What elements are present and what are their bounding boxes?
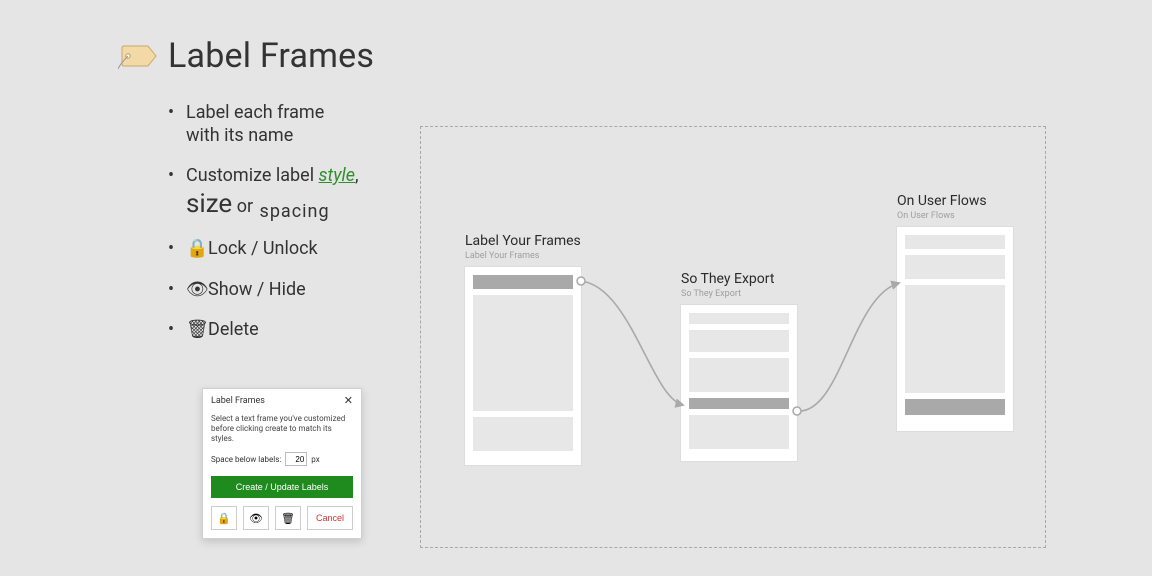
frame-b-row <box>689 415 789 449</box>
trash-icon: 🗑 <box>281 512 295 525</box>
frame-b-row <box>689 330 789 352</box>
frame-c-label: On User Flows <box>897 193 987 209</box>
trash-icon: 🗑 <box>186 319 204 342</box>
eye-icon: 👁 <box>186 279 204 302</box>
lock-button[interactable]: 🔒 <box>211 506 237 530</box>
feature-visibility: 👁Show / Hide <box>164 279 398 302</box>
page-title: Label Frames <box>168 36 374 76</box>
frame-c-row <box>905 285 1005 393</box>
close-icon[interactable]: ✕ <box>344 395 353 406</box>
lock-icon: 🔒 <box>186 238 204 261</box>
eye-icon: 👁 <box>249 512 263 525</box>
spacing-unit: px <box>311 455 319 464</box>
feature-name: Label each frame with its name <box>164 102 398 147</box>
cancel-button[interactable]: Cancel <box>307 506 353 530</box>
frame-b-row <box>689 398 789 409</box>
delete-button[interactable]: 🗑 <box>275 506 301 530</box>
spacing-label: Space below labels: <box>211 455 281 464</box>
feature-lock: 🔒Lock / Unlock <box>164 238 398 261</box>
feature-style: Customize label style, size or spacing <box>164 165 398 220</box>
frame-b-label: So They Export <box>681 271 774 287</box>
dialog-title: Label Frames <box>211 396 265 406</box>
diagram-canvas: Label Your Frames Label Your Frames So T… <box>420 126 1046 548</box>
frame-b-sublabel: So They Export <box>681 289 741 299</box>
feature-list: Label each frame with its name Customize… <box>164 102 398 342</box>
spacing-row: Space below labels: px <box>211 452 353 466</box>
frame-a-body <box>473 295 573 411</box>
dialog-description: Select a text frame you've customized be… <box>211 414 353 444</box>
tag-icon <box>118 42 158 70</box>
label-frames-dialog: Label Frames ✕ Select a text frame you'v… <box>202 388 362 539</box>
frame-b <box>681 305 797 461</box>
spacing-word: spacing <box>258 201 330 222</box>
frame-b-row <box>689 313 789 324</box>
lock-icon: 🔒 <box>217 512 231 525</box>
create-update-button[interactable]: Create / Update Labels <box>211 476 353 498</box>
frame-b-row <box>689 358 789 392</box>
dialog-button-row: 🔒 👁 🗑 Cancel <box>211 506 353 530</box>
frame-a-sublabel: Label Your Frames <box>465 251 539 261</box>
frame-a-bar <box>473 275 573 289</box>
frame-c-row <box>905 255 1005 279</box>
spacing-input[interactable] <box>285 452 307 466</box>
size-word: size <box>186 189 232 219</box>
frame-a <box>465 267 581 465</box>
frame-a-label: Label Your Frames <box>465 233 581 249</box>
style-word: style <box>319 165 355 186</box>
frame-c-row <box>905 399 1005 415</box>
frame-c-sublabel: On User Flows <box>897 211 955 221</box>
frame-c-row <box>905 235 1005 249</box>
frame-a-footer <box>473 417 573 451</box>
title-row: Label Frames <box>118 36 398 76</box>
visibility-button[interactable]: 👁 <box>243 506 269 530</box>
feature-delete: 🗑Delete <box>164 319 398 342</box>
frame-c <box>897 227 1013 431</box>
info-column: Label Frames Label each frame with its n… <box>118 36 398 360</box>
dialog-header: Label Frames ✕ <box>211 395 353 406</box>
